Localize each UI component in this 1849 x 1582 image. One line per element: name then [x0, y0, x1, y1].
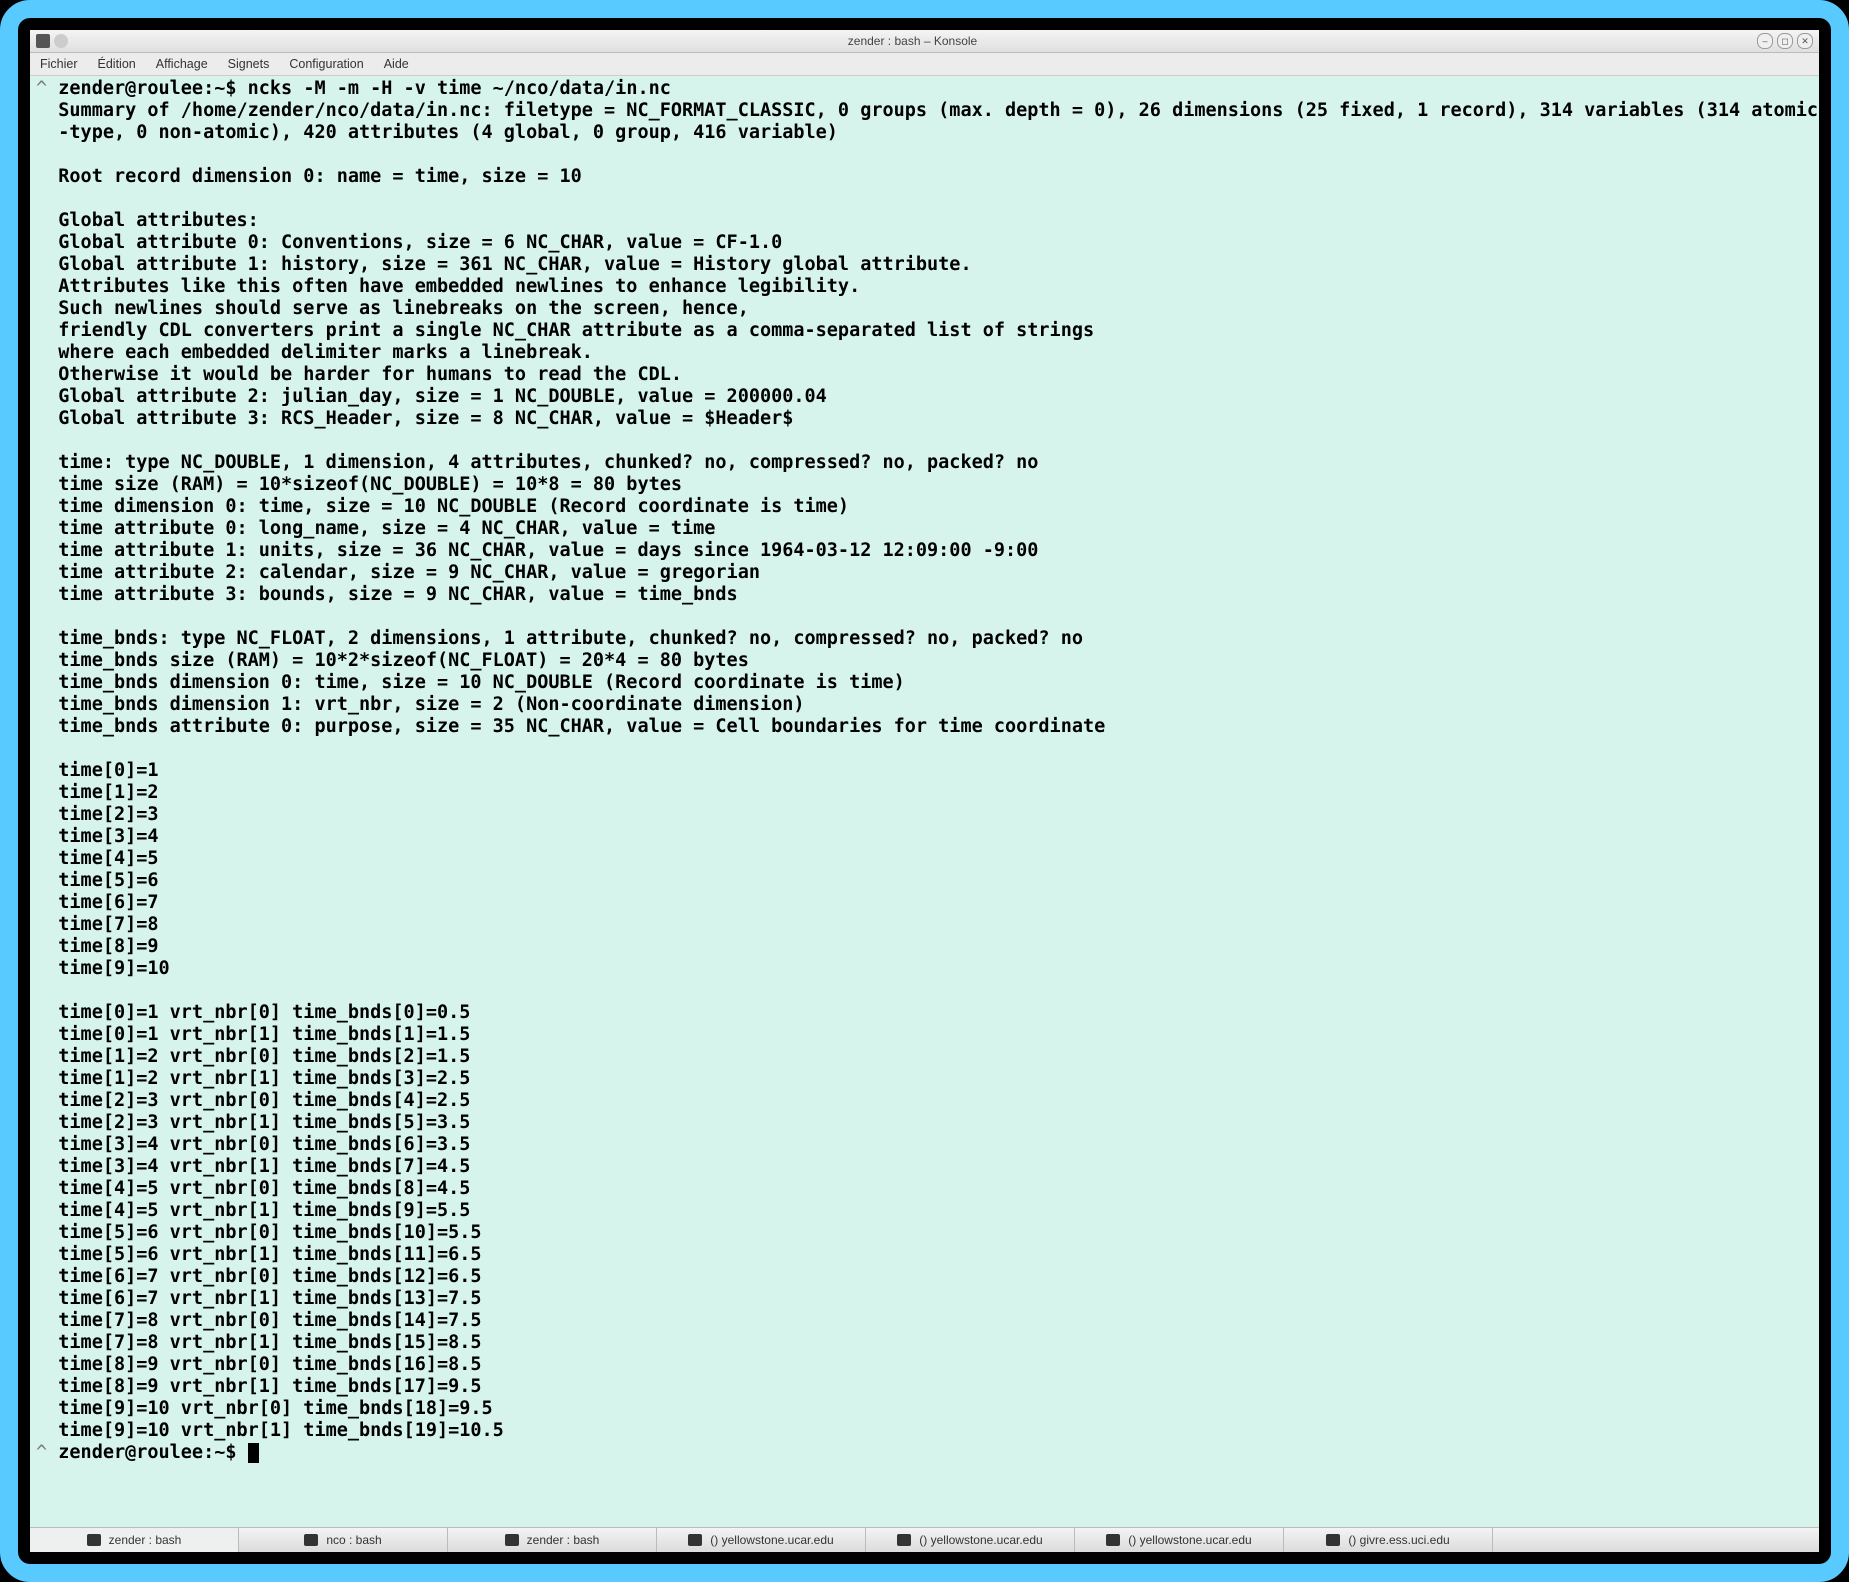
terminal-tab-0[interactable]: zender : bash — [30, 1528, 239, 1552]
terminal-area[interactable]: ^ zender@roulee:~$ ncks -M -m -H -v time… — [30, 76, 1819, 1527]
terminal-tab-icon — [1106, 1534, 1120, 1546]
terminal-tab-icon — [505, 1534, 519, 1546]
terminal-tab-6[interactable]: () givre.ess.uci.edu — [1284, 1528, 1493, 1552]
menu-signets[interactable]: Signets — [218, 57, 280, 71]
terminal-tab-icon — [688, 1534, 702, 1546]
terminal-tab-icon — [87, 1534, 101, 1546]
minimize-button[interactable]: – — [1757, 33, 1773, 49]
menu-configuration[interactable]: Configuration — [279, 57, 373, 71]
terminal-tab-label: () givre.ess.uci.edu — [1348, 1533, 1449, 1547]
terminal-tab-5[interactable]: () yellowstone.ucar.edu — [1075, 1528, 1284, 1552]
terminal-tab-label: nco : bash — [326, 1533, 381, 1547]
terminal-tab-label: () yellowstone.ucar.edu — [1128, 1533, 1251, 1547]
terminal-tab-label: zender : bash — [527, 1533, 600, 1547]
cursor — [248, 1443, 259, 1463]
tab-bar: zender : bash nco : bash zender : bash () y… — [30, 1527, 1819, 1552]
terminal-tab-4[interactable]: () yellowstone.ucar.edu — [866, 1528, 1075, 1552]
terminal-tab-2[interactable]: zender : bash — [448, 1528, 657, 1552]
close-button[interactable]: ✕ — [1797, 33, 1813, 49]
titlebar-left-icons — [30, 34, 68, 48]
menubar: Fichier Édition Affichage Signets Config… — [30, 53, 1819, 76]
pin-icon[interactable] — [54, 34, 68, 48]
terminal-tab-label: () yellowstone.ucar.edu — [710, 1533, 833, 1547]
titlebar[interactable]: zender : bash – Konsole – ◻ ✕ — [30, 30, 1819, 53]
terminal-tab-icon — [1326, 1534, 1340, 1546]
menu-affichage[interactable]: Affichage — [146, 57, 218, 71]
screen-frame: zender : bash – Konsole – ◻ ✕ Fichier Éd… — [0, 0, 1849, 1582]
menu-aide[interactable]: Aide — [374, 57, 419, 71]
window-title: zender : bash – Konsole — [68, 34, 1757, 48]
terminal-tab-label: zender : bash — [109, 1533, 182, 1547]
menu-fichier[interactable]: Fichier — [30, 57, 88, 71]
konsole-window: zender : bash – Konsole – ◻ ✕ Fichier Éd… — [30, 30, 1819, 1552]
terminal-tab-label: () yellowstone.ucar.edu — [919, 1533, 1042, 1547]
window-controls: – ◻ ✕ — [1757, 33, 1819, 49]
app-icon — [36, 34, 50, 48]
terminal-tab-icon — [897, 1534, 911, 1546]
terminal-tab-icon — [304, 1534, 318, 1546]
terminal-tab-3[interactable]: () yellowstone.ucar.edu — [657, 1528, 866, 1552]
menu-edition[interactable]: Édition — [88, 57, 146, 71]
terminal-tab-1[interactable]: nco : bash — [239, 1528, 448, 1552]
maximize-button[interactable]: ◻ — [1777, 33, 1793, 49]
